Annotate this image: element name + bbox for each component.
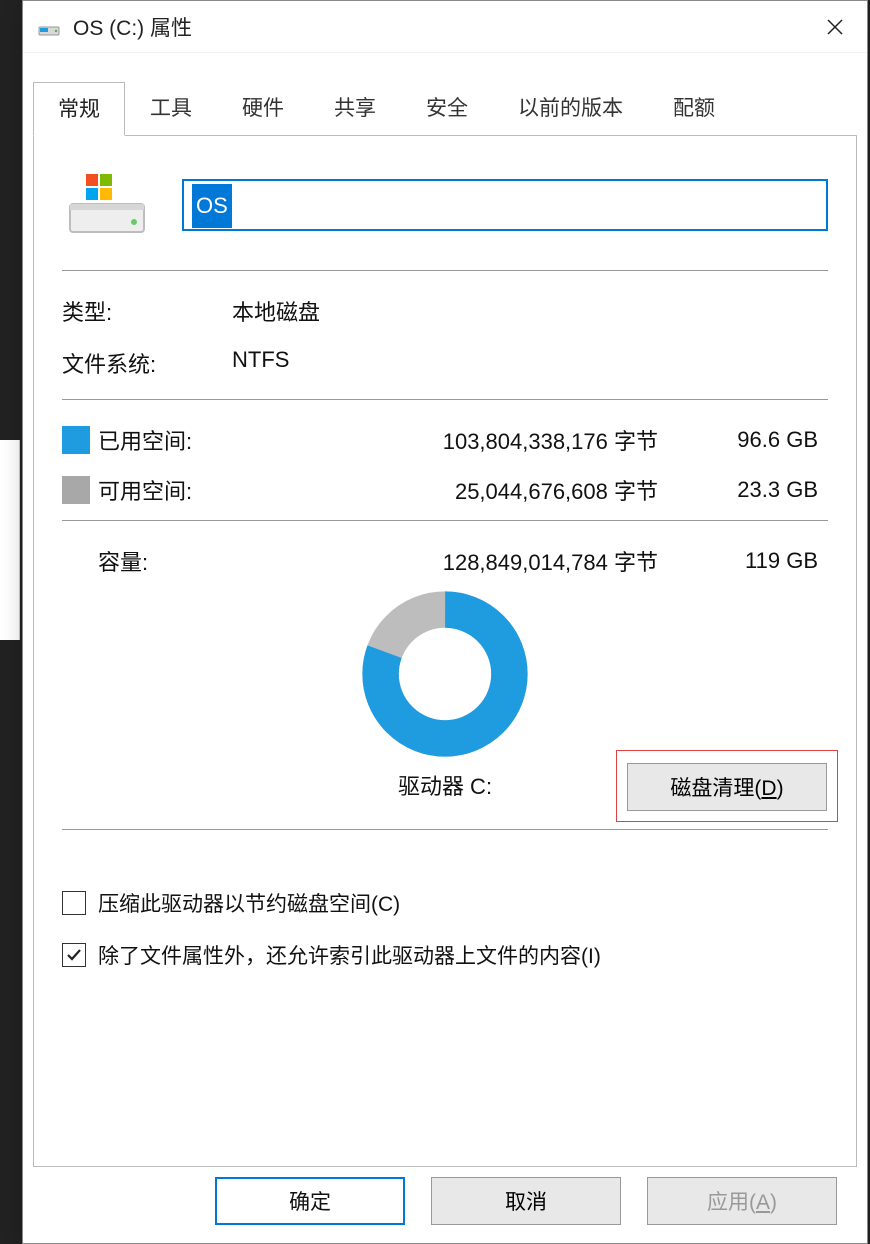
filesystem-label: 文件系统: [62,347,232,379]
used-gb: 96.6 GB [678,427,828,453]
capacity-bytes: 128,849,014,784 字节 [258,545,678,577]
tab-tools[interactable]: 工具 [125,81,217,135]
tab-previous[interactable]: 以前的版本 [493,81,648,135]
cleanup-hotkey: D [761,777,776,800]
divider [62,399,828,400]
used-label: 已用空间: [98,424,258,456]
disk-cleanup-button[interactable]: 磁盘清理(D) [627,763,827,811]
type-label: 类型: [62,295,232,327]
properties-dialog: OS (C:) 属性 常规 工具 硬件 共享 安全 以前的版本 配额 [22,0,868,1244]
close-button[interactable] [811,1,859,53]
free-bytes: 25,044,676,608 字节 [258,474,678,506]
ok-button[interactable]: 确定 [215,1177,405,1225]
check-icon [65,946,83,964]
usage-donut-chart [360,589,530,759]
drive-caption: 驱动器 C: [398,769,492,801]
cleanup-label-suffix: ) [777,777,784,800]
tab-hardware[interactable]: 硬件 [217,81,309,135]
used-color-swatch [62,426,90,454]
tabbar: 常规 工具 硬件 共享 安全 以前的版本 配额 [33,81,867,135]
background-window-edge [0,440,20,640]
used-bytes: 103,804,338,176 字节 [258,424,678,456]
compress-label: 压缩此驱动器以节约磁盘空间(C) [98,888,400,918]
divider [62,829,828,830]
tab-panel-general: OS 类型: 本地磁盘 文件系统: NTFS 已用空间: 103,804,338… [33,135,857,1167]
divider [62,270,828,271]
cleanup-label-prefix: 磁盘清理( [670,777,761,800]
divider [62,520,828,521]
compress-checkbox[interactable] [62,891,86,915]
apply-hotkey: A [756,1191,770,1214]
apply-label-prefix: 应用( [707,1191,756,1214]
index-label: 除了文件属性外，还允许索引此驱动器上文件的内容(I) [98,940,601,970]
window-title: OS (C:) 属性 [73,12,811,42]
free-label: 可用空间: [98,474,258,506]
close-icon [826,18,844,36]
cancel-button[interactable]: 取消 [431,1177,621,1225]
tab-sharing[interactable]: 共享 [309,81,401,135]
filesystem-value: NTFS [232,347,828,379]
tab-general[interactable]: 常规 [33,82,125,136]
free-color-swatch [62,476,90,504]
cleanup-highlight: 磁盘清理(D) [616,750,838,822]
titlebar: OS (C:) 属性 [23,1,867,53]
tab-security[interactable]: 安全 [401,81,493,135]
type-value: 本地磁盘 [232,295,828,327]
apply-button[interactable]: 应用(A) [647,1177,837,1225]
capacity-gb: 119 GB [678,548,828,574]
drive-icon [37,15,61,39]
drive-name-selection: OS [192,184,232,228]
free-gb: 23.3 GB [678,477,828,503]
drive-large-icon [62,170,152,240]
tab-quota[interactable]: 配额 [648,81,740,135]
drive-name-input[interactable]: OS [182,179,828,231]
dialog-footer: 确定 取消 应用(A) [23,1177,867,1225]
index-checkbox[interactable] [62,943,86,967]
apply-label-suffix: ) [770,1191,777,1214]
capacity-label: 容量: [98,545,258,577]
